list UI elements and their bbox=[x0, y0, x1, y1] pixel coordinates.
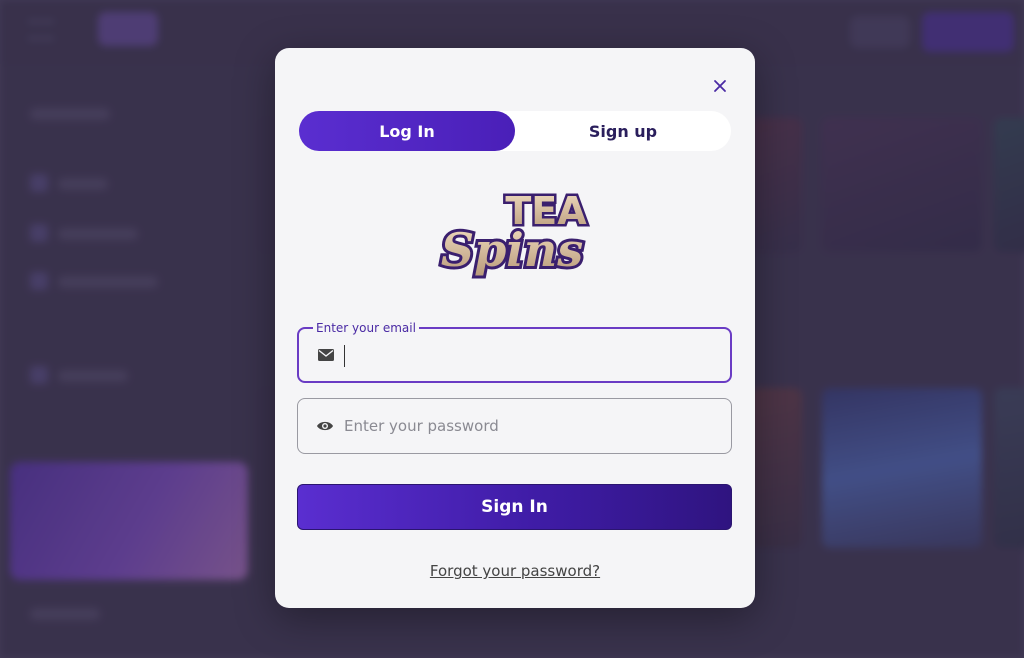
email-input[interactable] bbox=[345, 329, 725, 381]
email-field[interactable]: Enter your email bbox=[297, 320, 732, 383]
forgot-password-link[interactable]: Forgot your password? bbox=[275, 562, 755, 580]
tea-spins-logo: TEA Spins bbox=[432, 184, 598, 284]
tab-sign-up[interactable]: Sign up bbox=[515, 111, 731, 151]
tab-log-in[interactable]: Log In bbox=[299, 111, 515, 151]
close-button[interactable] bbox=[706, 72, 734, 100]
password-input[interactable] bbox=[344, 399, 724, 453]
password-field[interactable] bbox=[297, 398, 732, 454]
close-icon bbox=[714, 80, 726, 92]
auth-tabs: Log In Sign up bbox=[299, 111, 731, 151]
login-modal: Log In Sign up TEA Spins Enter your emai… bbox=[275, 48, 755, 608]
envelope-icon bbox=[317, 346, 335, 364]
eye-icon[interactable] bbox=[316, 417, 334, 435]
logo-line-spins: Spins bbox=[441, 223, 583, 277]
sign-in-button[interactable]: Sign In bbox=[297, 484, 732, 530]
